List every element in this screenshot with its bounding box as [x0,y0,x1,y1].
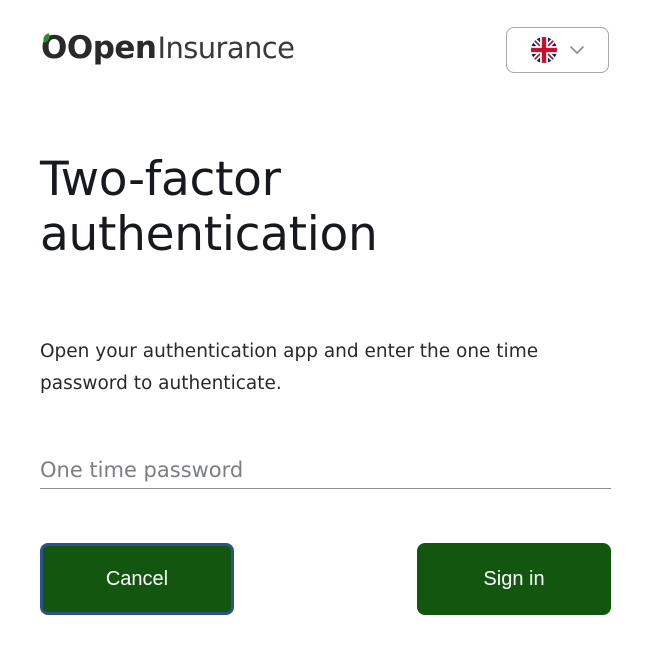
logo-text-light: Insurance [157,30,295,65]
logo-mark: O [41,29,67,66]
cancel-button[interactable]: Cancel [40,543,234,615]
logo-leaf-icon [41,32,52,43]
instructions-text: Open your authentication app and enter t… [40,341,539,394]
language-selector-button[interactable] [506,27,609,73]
page-title: Two-factor authentication [40,152,378,262]
one-time-password-input[interactable] [40,452,611,489]
uk-flag-icon [530,37,557,63]
logo-text-bold: Open [66,29,157,66]
chevron-down-icon [569,45,585,55]
openinsurance-logo: O Open Insurance [41,28,295,68]
sign-in-button[interactable]: Sign in [417,543,611,615]
